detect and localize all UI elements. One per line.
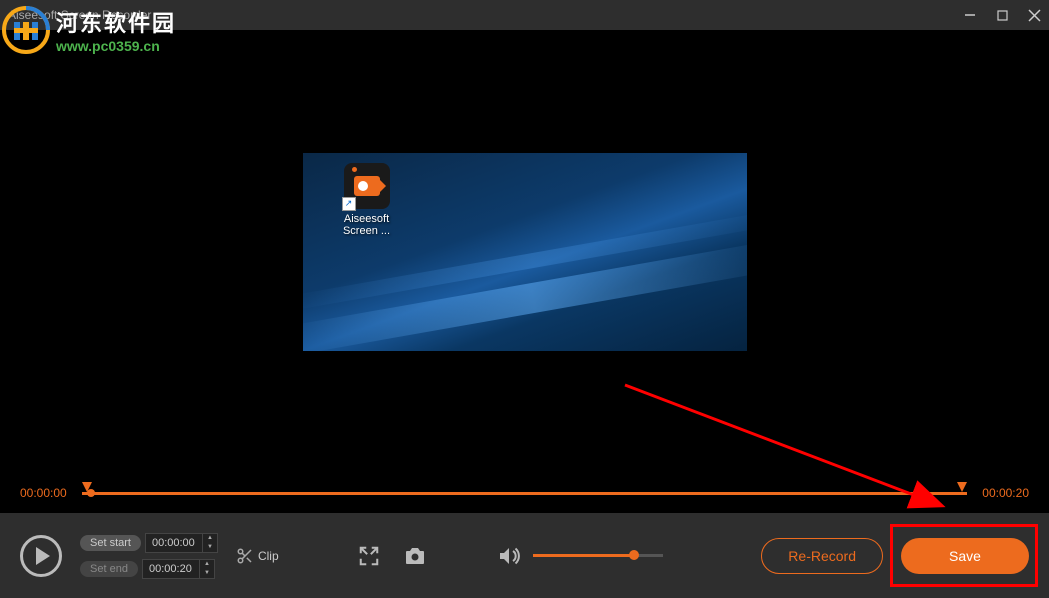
volume-thumb[interactable]	[629, 550, 639, 560]
set-end-button[interactable]: Set end	[80, 561, 138, 577]
minimize-button[interactable]	[963, 8, 977, 22]
clip-label: Clip	[258, 549, 279, 563]
end-time-down[interactable]: ▼	[200, 569, 214, 578]
save-button[interactable]: Save	[901, 538, 1029, 574]
snapshot-button[interactable]	[401, 542, 429, 570]
start-time-up[interactable]: ▲	[203, 534, 217, 543]
volume-control	[495, 542, 663, 570]
timeline: 00:00:00 00:00:20	[0, 473, 1049, 513]
speaker-icon[interactable]	[495, 542, 523, 570]
end-time-up[interactable]: ▲	[200, 560, 214, 569]
volume-slider[interactable]	[533, 554, 663, 557]
desktop-shortcut-label: Aiseesoft Screen ...	[333, 213, 401, 237]
clip-time-editors: Set start 00:00:00 ▲ ▼ Set end 00:00:20 …	[80, 533, 218, 579]
play-button[interactable]	[20, 535, 62, 577]
end-time-spinner[interactable]: 00:00:20 ▲ ▼	[142, 559, 215, 579]
window-controls	[963, 8, 1041, 22]
timeline-start-time: 00:00:00	[20, 486, 70, 500]
start-time-value[interactable]: 00:00:00	[146, 535, 202, 551]
window-title: Aiseesoft Screen Recorder	[8, 8, 963, 22]
scissors-icon	[236, 547, 254, 565]
volume-fill	[533, 554, 631, 557]
controls-bar: Set start 00:00:00 ▲ ▼ Set end 00:00:20 …	[0, 513, 1049, 598]
close-button[interactable]	[1027, 8, 1041, 22]
play-icon	[36, 547, 50, 565]
timeline-end-time: 00:00:20	[979, 486, 1029, 500]
desktop-shortcut-icon: ↗ Aiseesoft Screen ...	[333, 163, 401, 237]
set-start-button[interactable]: Set start	[80, 535, 141, 551]
clip-group: Clip	[236, 547, 279, 565]
re-record-button[interactable]: Re-Record	[761, 538, 883, 574]
start-time-down[interactable]: ▼	[203, 543, 217, 552]
timeline-track[interactable]	[82, 492, 967, 495]
preview-video[interactable]: ↗ Aiseesoft Screen ...	[303, 153, 747, 351]
maximize-button[interactable]	[995, 8, 1009, 22]
preview-area: ↗ Aiseesoft Screen ...	[0, 30, 1049, 473]
trim-end-handle[interactable]	[957, 482, 967, 492]
titlebar: Aiseesoft Screen Recorder	[0, 0, 1049, 30]
end-time-value[interactable]: 00:00:20	[143, 561, 199, 577]
playhead[interactable]	[87, 489, 95, 497]
start-time-spinner[interactable]: 00:00:00 ▲ ▼	[145, 533, 218, 553]
fullscreen-button[interactable]	[355, 542, 383, 570]
